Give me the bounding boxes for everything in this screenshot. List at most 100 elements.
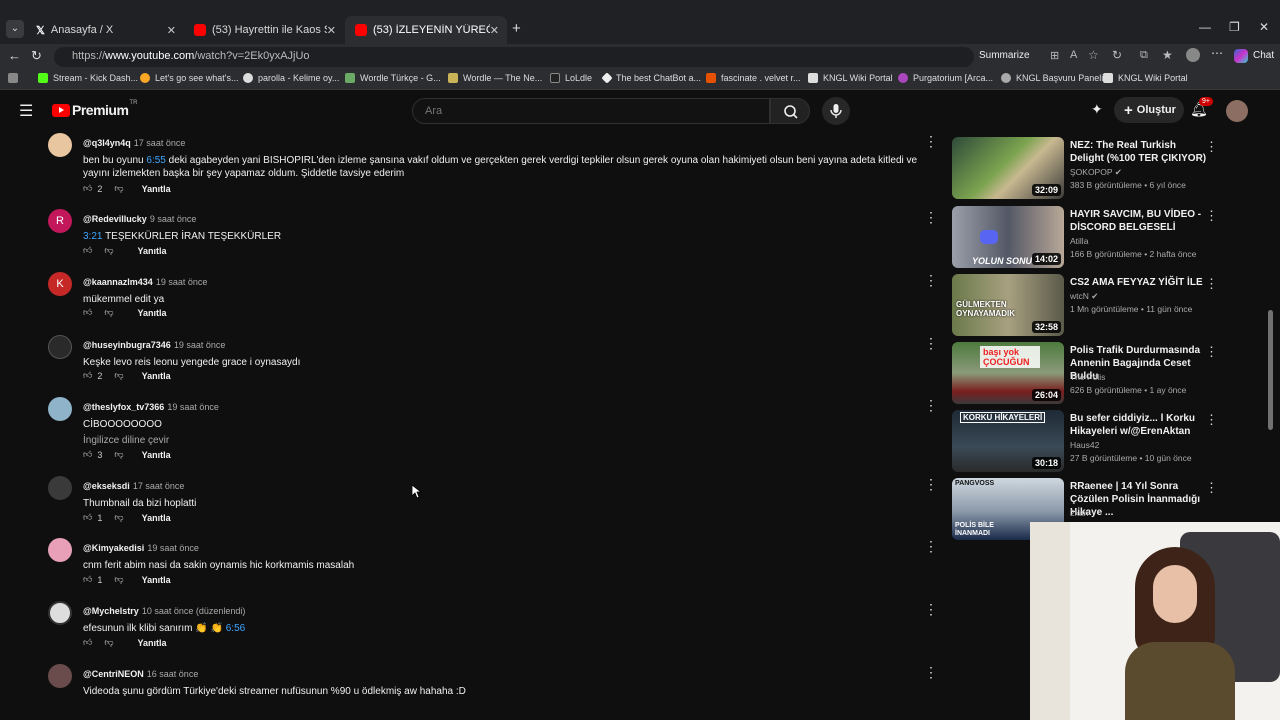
bookmark-chatbot[interactable]: The best ChatBot a... [601, 72, 701, 84]
close-tab-icon[interactable]: ✕ [167, 24, 176, 37]
more-actions-icon[interactable]: ⋮ [1205, 480, 1218, 496]
comment-time[interactable]: 19 saat önce [167, 402, 219, 412]
related-video-item[interactable]: GÜLMEKTEN OYNAYAMADIK 32:58 CS2 AMA FEYY… [952, 274, 1224, 338]
video-title[interactable]: HAYIR SAVCIM, BU VİDEO - DİSCORD BELGESE… [1070, 208, 1208, 234]
new-tab-icon[interactable]: + [512, 20, 521, 37]
comment-author[interactable]: @Kimyakedisi [83, 543, 144, 553]
more-actions-icon[interactable]: ⋮ [924, 538, 938, 555]
youtube-premium-logo[interactable]: Premium TR [52, 100, 137, 118]
like-icon[interactable]: 👍︎ [83, 637, 92, 648]
comment-author[interactable]: @kaannazlm434 [83, 277, 153, 287]
reply-button[interactable]: Yanıtla [142, 513, 171, 523]
avatar[interactable] [48, 133, 72, 157]
more-actions-icon[interactable]: ⋮ [924, 209, 938, 226]
comment-time[interactable]: 19 saat önce [174, 340, 226, 350]
bookmark-kick[interactable]: Stream - Kick Dash... [38, 73, 138, 83]
dislike-icon[interactable]: 👎︎ [114, 574, 123, 585]
comment-time[interactable]: 17 saat önce [134, 138, 186, 148]
more-actions-icon[interactable]: ⋮ [924, 335, 938, 352]
more-actions-icon[interactable]: ⋮ [924, 133, 938, 150]
reply-button[interactable]: Yanıtla [138, 246, 167, 256]
tab-x[interactable]: 𝕏 Anasayfa / X ✕ [26, 16, 184, 44]
tab-youtube-active[interactable]: (53) İZLEYENİN YÜREĞİNİ HOPLAT ✕ [345, 16, 507, 44]
video-thumbnail[interactable]: 32:09 [952, 137, 1064, 199]
related-video-item[interactable]: KORKU HİKAYELERİ 30:18 Bu sefer ciddiyiz… [952, 410, 1224, 474]
avatar[interactable] [48, 601, 72, 625]
like-icon[interactable]: 👍︎ [83, 245, 92, 256]
timestamp-link[interactable]: 3:21 [83, 231, 102, 242]
chat-button[interactable]: Chat [1253, 50, 1274, 61]
split-screen-icon[interactable]: ⧉ [1140, 49, 1148, 62]
dislike-icon[interactable]: 👎︎ [104, 307, 113, 318]
create-video-icon[interactable]: ✦ [1091, 101, 1103, 118]
more-actions-icon[interactable]: ⋮ [1205, 412, 1218, 428]
collections-icon[interactable] [1186, 48, 1200, 62]
reply-button[interactable]: Yanıtla [142, 184, 171, 194]
bookmark-kngl-wiki[interactable]: KNGL Wiki Portal [808, 73, 893, 83]
bookmark-loldle[interactable]: LoLdle [550, 73, 592, 83]
channel-name[interactable]: Atilla [1070, 236, 1088, 246]
comment-author[interactable]: @CentriNEON [83, 669, 144, 679]
video-title[interactable]: NEZ: The Real Turkish Delight (%100 TER … [1070, 139, 1208, 165]
comment-author[interactable]: @theslyfox_tv7366 [83, 402, 164, 412]
like-icon[interactable]: 👍︎ [83, 370, 92, 381]
hamburger-menu-icon[interactable]: ☰ [19, 101, 33, 121]
favorite-star-icon[interactable]: ☆ [1088, 48, 1099, 62]
dislike-icon[interactable]: 👎︎ [114, 183, 123, 194]
tab-list-chevron-icon[interactable]: ⌄ [6, 20, 24, 38]
comment-author[interactable]: @huseyinbugra7346 [83, 340, 171, 350]
bookmark-kngl-wiki-2[interactable]: KNGL Wiki Portal [1103, 73, 1188, 83]
bookmark-kngl-basvuru[interactable]: KNGL Başvuru Paneli [1001, 73, 1103, 83]
like-icon[interactable]: 👍︎ [83, 449, 92, 460]
like-icon[interactable]: 👍︎ [83, 183, 92, 194]
bookmark-wordle-tr[interactable]: Wordle Türkçe - G... [345, 73, 441, 83]
video-thumbnail[interactable]: KORKU HİKAYELERİ 30:18 [952, 410, 1064, 472]
avatar[interactable] [48, 335, 72, 359]
more-actions-icon[interactable]: ⋮ [1205, 139, 1218, 155]
create-button[interactable]: + Oluştur [1114, 97, 1184, 123]
video-title[interactable]: CS2 AMA FEYYAZ YİĞİT İLE [1070, 276, 1208, 289]
related-video-item[interactable]: başı yok ÇOCUĞUN 26:04 Polis Trafik Durd… [952, 342, 1224, 406]
reload-icon[interactable]: ↻ [31, 48, 42, 64]
dislike-icon[interactable]: 👎︎ [114, 512, 123, 523]
summarize-button[interactable]: Summarize [979, 50, 1030, 61]
bookmark-purgatorium[interactable]: Purgatorium [Arca... [898, 73, 993, 83]
reply-button[interactable]: Yanıtla [142, 450, 171, 460]
favorites-icon[interactable]: ★ [1162, 48, 1173, 62]
voice-search-button[interactable] [822, 97, 850, 125]
avatar[interactable] [48, 476, 72, 500]
refresh-ext-icon[interactable]: ↻ [1112, 48, 1122, 62]
more-actions-icon[interactable]: ⋮ [1205, 208, 1218, 224]
related-video-item[interactable]: 32:09 NEZ: The Real Turkish Delight (%10… [952, 137, 1224, 201]
close-tab-icon[interactable]: ✕ [489, 23, 499, 37]
comment-author[interactable]: @Mychelstry [83, 606, 139, 616]
search-input[interactable] [412, 98, 770, 124]
more-actions-icon[interactable]: ⋮ [924, 664, 938, 681]
back-icon[interactable]: ← [8, 48, 21, 63]
comment-time[interactable]: 17 saat önce [133, 481, 185, 491]
more-actions-icon[interactable]: ⋮ [924, 397, 938, 414]
close-tab-icon[interactable]: ✕ [326, 23, 336, 37]
more-actions-icon[interactable]: ⋮ [1205, 344, 1218, 360]
reply-button[interactable]: Yanıtla [138, 638, 167, 648]
avatar[interactable]: R [48, 209, 72, 233]
channel-name[interactable]: wtcN ✔︎ [1070, 291, 1098, 302]
account-avatar[interactable] [1226, 100, 1248, 122]
notifications-button[interactable]: 🔔︎ 9+ [1190, 97, 1213, 119]
related-video-item[interactable]: YOLUN SONU 14:02 HAYIR SAVCIM, BU VİDEO … [952, 206, 1224, 270]
video-title[interactable]: Bu sefer ciddiyiz... l Korku Hikayeleri … [1070, 412, 1208, 438]
comment-author[interactable]: @Redevillucky [83, 214, 147, 224]
close-window-icon[interactable]: ✕ [1259, 20, 1269, 34]
bookmark-fascinate[interactable]: fascinate . velvet r... [706, 73, 801, 83]
comment-time[interactable]: 19 saat önce [156, 277, 208, 287]
channel-name[interactable]: ŞOKOPOP ✔︎ [1070, 167, 1122, 178]
dislike-icon[interactable]: 👎︎ [114, 449, 123, 460]
url-field[interactable]: https://www.youtube.com/watch?v=2Ek0yxAJ… [54, 47, 974, 67]
comment-author[interactable]: @ekseksdi [83, 481, 130, 491]
avatar[interactable] [48, 664, 72, 688]
bookmark-parolla[interactable]: parolla - Kelime oy... [243, 73, 339, 83]
like-icon[interactable]: 👍︎ [83, 307, 92, 318]
more-actions-icon[interactable]: ⋮ [1205, 276, 1218, 292]
avatar[interactable]: K [48, 272, 72, 296]
like-icon[interactable]: 👍︎ [83, 512, 92, 523]
